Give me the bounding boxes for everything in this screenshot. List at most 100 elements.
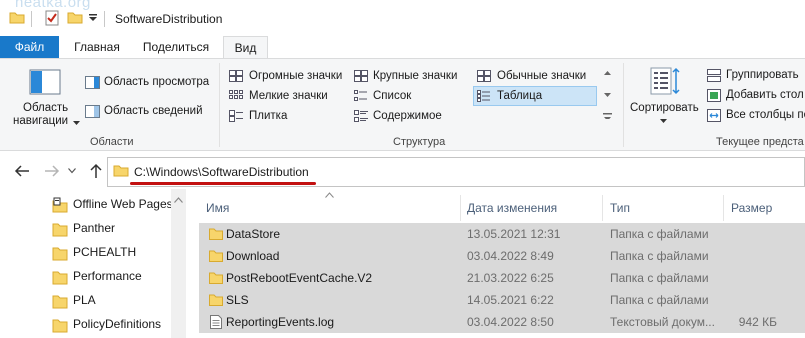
divider <box>219 63 220 147</box>
nav-pane-label-2[interactable]: навигации <box>13 115 68 127</box>
divider[interactable] <box>602 195 603 221</box>
medium-icons-icon <box>477 70 491 82</box>
scroll-up-icon[interactable] <box>174 197 183 203</box>
file-type: Папка с файлами <box>610 293 709 307</box>
file-size: 942 КБ <box>738 315 777 329</box>
forward-arrow-icon[interactable] <box>44 164 60 178</box>
properties-icon[interactable] <box>45 10 59 26</box>
tab-file[interactable]: Файл <box>0 36 59 59</box>
column-header-name[interactable]: Имя <box>206 201 229 215</box>
tiles-icon <box>229 110 243 122</box>
table-row[interactable]: PostRebootEventCache.V2 21.03.2022 6:25 … <box>199 267 805 289</box>
window-title: SoftwareDistribution <box>115 12 223 26</box>
file-type: Папка с файлами <box>610 227 709 241</box>
size-columns-button[interactable]: Все столбцы по <box>726 109 805 121</box>
column-header-date[interactable]: Дата изменения <box>467 201 557 215</box>
ribbon: Область навигации Область просмотра Обла… <box>0 58 805 151</box>
group-by-icon <box>707 69 721 82</box>
content-icon <box>354 110 368 122</box>
new-folder-icon[interactable] <box>67 10 83 24</box>
folder-icon <box>52 271 68 285</box>
table-row[interactable]: ReportingEvents.log 03.04.2022 8:50 Текс… <box>199 311 805 333</box>
ribbon-tabs: Файл Главная Поделиться Вид <box>0 36 805 59</box>
divider[interactable] <box>723 195 724 221</box>
group-by-button[interactable]: Группировать <box>726 69 799 81</box>
nav-item-performance[interactable]: Performance <box>52 266 182 288</box>
file-date: 14.05.2021 6:22 <box>467 293 554 307</box>
back-arrow-icon[interactable] <box>14 164 30 178</box>
nav-pane-scrollbar[interactable] <box>171 189 186 338</box>
sort-by-button[interactable]: Сортировать <box>630 102 699 114</box>
divider <box>104 11 105 27</box>
chevron-down-icon[interactable] <box>73 121 80 126</box>
preview-pane-button[interactable]: Область просмотра <box>104 76 209 88</box>
sort-by-icon[interactable] <box>650 67 682 95</box>
file-date: 03.04.2022 8:50 <box>467 315 554 329</box>
folder-icon <box>52 319 68 333</box>
details-pane-button[interactable]: Область сведений <box>104 105 203 117</box>
list-icon <box>354 90 367 101</box>
nav-item-label: PLA <box>73 293 96 307</box>
chevron-down-icon[interactable] <box>660 119 667 124</box>
layout-tiles[interactable]: Плитка <box>249 110 287 122</box>
folder-icon <box>209 250 223 262</box>
nav-item-label: PolicyDefinitions <box>73 317 162 331</box>
file-name: Download <box>226 249 280 263</box>
tab-home[interactable]: Главная <box>62 36 132 59</box>
layout-details[interactable]: Таблица <box>497 90 542 102</box>
layout-list[interactable]: Список <box>373 90 411 102</box>
extra-large-icons-icon <box>229 70 243 82</box>
recent-locations-chevron-icon[interactable] <box>68 168 76 174</box>
path-underline-annotation <box>130 182 316 185</box>
chevron-down-icon[interactable] <box>88 13 98 23</box>
details-pane-icon[interactable] <box>85 105 100 118</box>
small-icons-icon <box>229 90 243 99</box>
folder-icon <box>52 295 68 309</box>
add-columns-button[interactable]: Добавить стол <box>726 89 804 101</box>
layout-extra-large-icons[interactable]: Огромные значки <box>249 70 342 82</box>
nav-item-panther[interactable]: Panther <box>52 218 182 240</box>
layout-content[interactable]: Содержимое <box>373 110 442 122</box>
group-label-panes: Области <box>90 136 134 148</box>
nav-pane-label-1[interactable]: Область <box>23 102 68 114</box>
divider[interactable] <box>460 195 461 221</box>
offline-pages-folder-icon <box>52 197 68 213</box>
layout-large-icons[interactable]: Крупные значки <box>373 70 457 82</box>
folder-icon <box>9 12 25 24</box>
file-type: Папка с файлами <box>610 271 709 285</box>
nav-item-pchealth[interactable]: PCHEALTH <box>52 242 182 264</box>
folder-icon <box>113 165 129 177</box>
large-icons-icon <box>354 70 368 82</box>
group-label-current-view: Текущее предста <box>716 136 804 148</box>
navigation-pane-icon[interactable] <box>29 69 61 95</box>
file-name: DataStore <box>226 227 281 241</box>
tab-share[interactable]: Поделиться <box>134 36 218 59</box>
preview-pane-icon[interactable] <box>85 76 100 89</box>
nav-item-label: Panther <box>73 221 116 235</box>
nav-item-label: Offline Web Pages <box>73 197 173 211</box>
up-arrow-icon[interactable] <box>89 163 103 179</box>
file-date: 21.03.2022 6:25 <box>467 271 554 285</box>
divider <box>31 11 32 27</box>
table-row[interactable]: Download 03.04.2022 8:49 Папка с файлами <box>199 245 805 267</box>
add-columns-icon <box>707 89 721 102</box>
tab-view[interactable]: Вид <box>223 36 268 59</box>
layout-small-icons[interactable]: Мелкие значки <box>249 90 328 102</box>
layout-gallery-scroll[interactable] <box>602 69 613 119</box>
file-date: 03.04.2022 8:49 <box>467 249 554 263</box>
layout-medium-icons[interactable]: Обычные значки <box>497 70 586 82</box>
nav-item-offline-web-pages[interactable]: Offline Web Pages <box>52 194 182 216</box>
file-name: SLS <box>226 293 249 307</box>
table-row[interactable]: DataStore 13.05.2021 12:31 Папка с файла… <box>199 223 805 245</box>
nav-item-pla[interactable]: PLA <box>52 290 182 312</box>
file-name: PostRebootEventCache.V2 <box>226 271 373 285</box>
column-header-type[interactable]: Тип <box>610 201 630 215</box>
folder-icon <box>209 228 223 240</box>
group-label-layout: Структура <box>393 136 446 148</box>
column-header-size[interactable]: Размер <box>731 201 772 215</box>
nav-item-policydefinitions[interactable]: PolicyDefinitions <box>52 314 182 336</box>
file-date: 13.05.2021 12:31 <box>467 227 561 241</box>
table-row[interactable]: SLS 14.05.2021 6:22 Папка с файлами <box>199 289 805 311</box>
address-path[interactable]: C:\Windows\SoftwareDistribution <box>134 165 309 179</box>
folder-icon <box>52 223 68 237</box>
